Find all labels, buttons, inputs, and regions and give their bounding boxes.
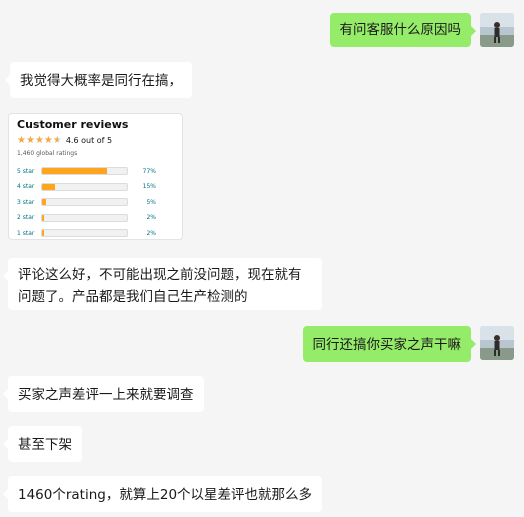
rating-score: 4.6 out of 5 — [65, 136, 113, 145]
message-bubble-incoming[interactable]: 甚至下架 — [3, 426, 82, 462]
avatar-photo-icon — [480, 13, 514, 47]
message-bubble-outgoing[interactable]: 有问客服什么原因吗 — [329, 13, 476, 47]
rating-row-3: 3 star 5% — [17, 198, 156, 206]
message-text: 1460个rating，就算上20个以星差评也就那么多 — [18, 487, 313, 503]
message-text: 甚至下架 — [18, 437, 72, 453]
rating-bar — [41, 198, 128, 206]
message-bubble-incoming[interactable]: 评论这么好，不可能出现之前没问题，现在就有问题了。产品都是我们自己生产检测的 — [3, 258, 322, 310]
message-bubble-incoming[interactable]: 我觉得大概率是同行在搞， — [5, 62, 192, 98]
user-avatar[interactable] — [480, 13, 514, 47]
avatar-photo-icon — [480, 326, 514, 360]
reviews-title: Customer reviews — [17, 118, 129, 131]
star-rating-icon: ★ ★ ★ ★ ★ — [17, 134, 62, 146]
rating-bar — [41, 182, 128, 191]
message-bubble-incoming[interactable]: 买家之声差评一上来就要调查 — [3, 376, 204, 412]
message-text: 同行还搞你买家之声干嘛 — [312, 337, 462, 353]
rating-bar — [41, 229, 128, 237]
rating-bar — [41, 213, 128, 222]
message-text: 我觉得大概率是同行在搞， — [20, 73, 182, 89]
message-bubble-outgoing[interactable]: 同行还搞你买家之声干嘛 — [302, 326, 476, 362]
rating-summary: ★ ★ ★ ★ ★ 4.6 out of 5 — [17, 134, 174, 147]
customer-reviews-image[interactable]: Customer reviews ★ ★ ★ ★ ★ 4.6 out of 5 1,46… — [8, 113, 183, 240]
rating-row-5: 5 star 77% — [17, 167, 156, 175]
global-ratings-count: 1,460 global ratings — [17, 150, 78, 157]
rating-bar — [41, 167, 128, 175]
message-bubble-incoming[interactable]: 1460个rating，就算上20个以星差评也就那么多 — [2, 476, 323, 512]
message-text: 买家之声差评一上来就要调查 — [18, 387, 194, 403]
user-avatar[interactable] — [480, 326, 514, 360]
rating-row-4: 4 star 15% — [17, 182, 156, 191]
rating-row-1: 1 star 2% — [17, 229, 156, 237]
message-text: 有问客服什么原因吗 — [339, 22, 462, 38]
rating-row-2: 2 star 2% — [17, 213, 156, 222]
message-text: 评论这么好，不可能出现之前没问题，现在就有问题了。产品都是我们自己生产检测的 — [18, 267, 302, 305]
